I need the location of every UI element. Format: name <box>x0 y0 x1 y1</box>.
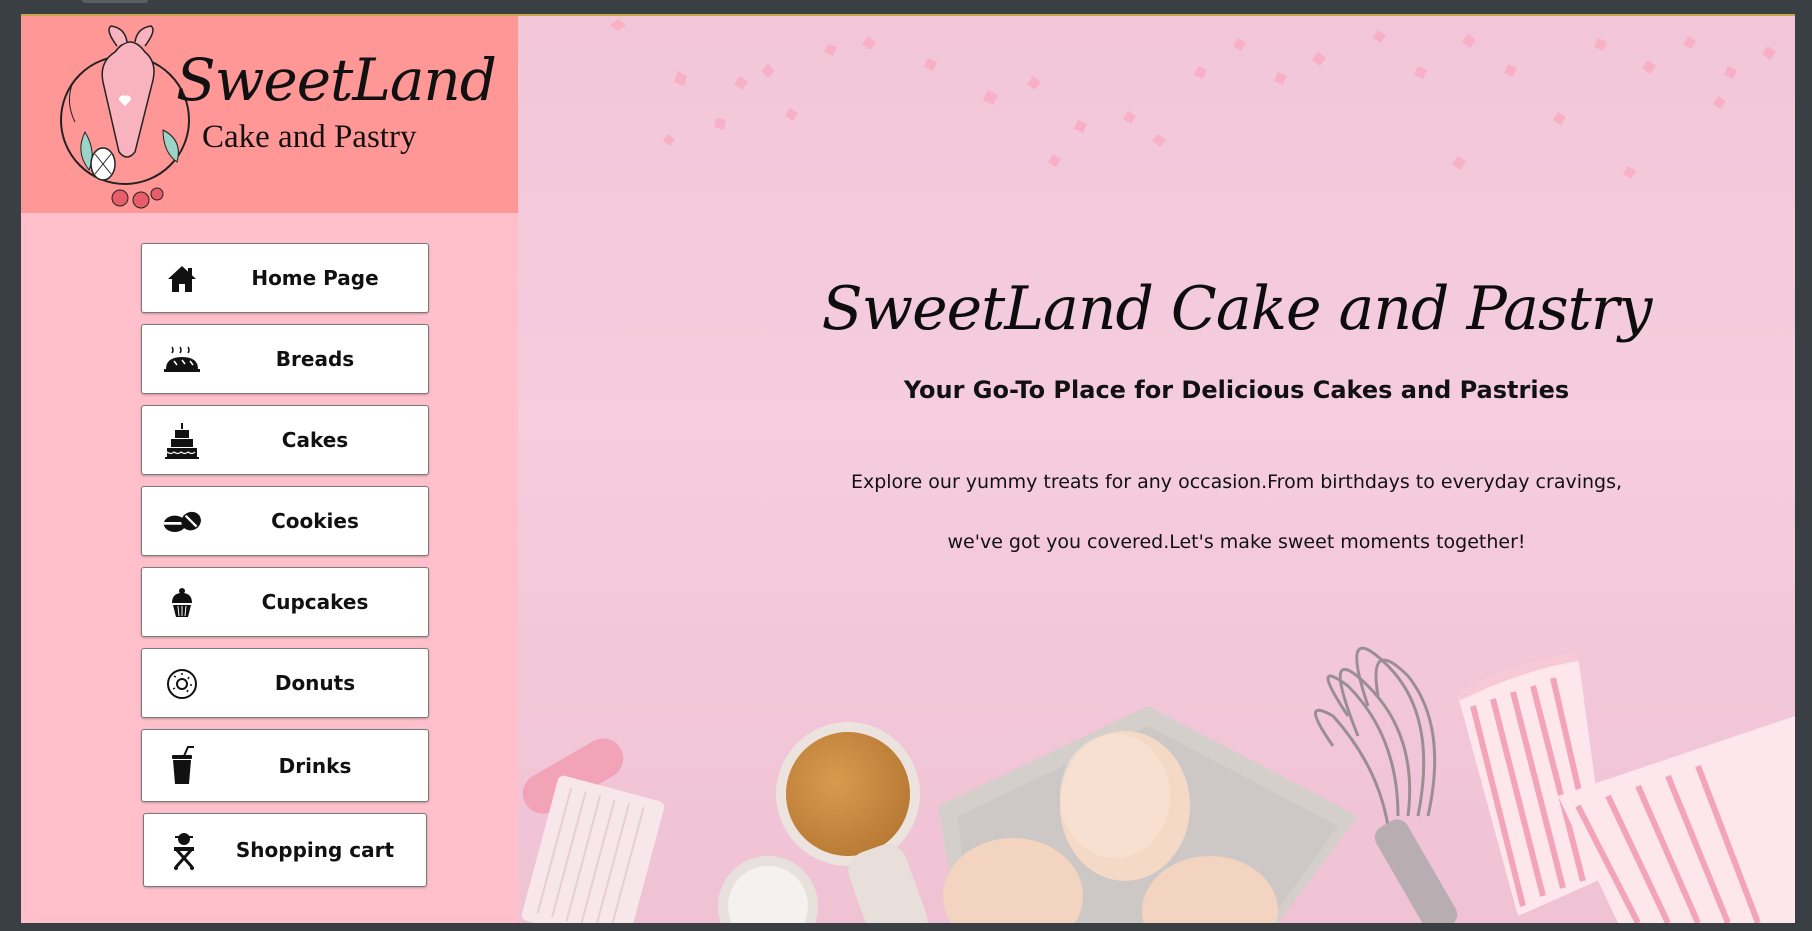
logo: SweetLand Cake and Pastry <box>21 16 518 213</box>
brand-tagline: Cake and Pastry <box>202 119 417 155</box>
shopping-cart-icon <box>164 831 204 871</box>
baking-background-image <box>521 19 1795 923</box>
hero-title: SweetLand Cake and Pastry <box>821 274 1653 344</box>
hero-description-line2: we've got you covered.Let's make sweet m… <box>947 531 1526 553</box>
hero-description-line1: Explore our yummy treats for any occasio… <box>850 471 1623 493</box>
nav-button-breads[interactable]: Breads <box>141 324 429 394</box>
nav-label: Donuts <box>274 671 356 695</box>
cupcake-icon <box>162 585 202 621</box>
drink-icon <box>162 746 202 786</box>
donut-icon <box>162 666 202 702</box>
bread-icon <box>162 342 202 378</box>
nav-button-donuts[interactable]: Donuts <box>141 648 429 718</box>
nav-label: Cakes <box>281 428 349 452</box>
nav-label: Home Page <box>251 266 379 290</box>
sidebar: SweetLand Cake and Pastry Home Page Brea… <box>21 16 518 923</box>
nav-button-home[interactable]: Home Page <box>141 243 429 313</box>
nav-button-drinks[interactable]: Drinks <box>141 729 429 802</box>
nav-label: Shopping cart <box>235 838 395 862</box>
window-top-bar <box>0 0 1812 14</box>
hero-banner: SweetLand Cake and Pastry Your Go-To Pla… <box>518 16 1795 923</box>
nav-button-cakes[interactable]: Cakes <box>141 405 429 475</box>
nav-button-cupcakes[interactable]: Cupcakes <box>141 567 429 637</box>
hero-subtitle: Your Go-To Place for Delicious Cakes and… <box>903 376 1570 404</box>
window-tab[interactable] <box>82 0 148 3</box>
brand-name: SweetLand <box>176 46 497 114</box>
nav-button-cookies[interactable]: Cookies <box>141 486 429 556</box>
nav-label: Breads <box>275 347 355 371</box>
nav-button-shopping-cart[interactable]: Shopping cart <box>143 813 427 887</box>
nav-label: Cookies <box>271 509 359 533</box>
cookies-icon <box>162 504 202 540</box>
nav-label: Drinks <box>278 753 352 778</box>
cake-icon <box>162 423 202 459</box>
house-icon <box>162 261 202 297</box>
app-window: SweetLand Cake and Pastry Home Page Brea… <box>21 14 1795 923</box>
nav-label: Cupcakes <box>261 590 369 614</box>
